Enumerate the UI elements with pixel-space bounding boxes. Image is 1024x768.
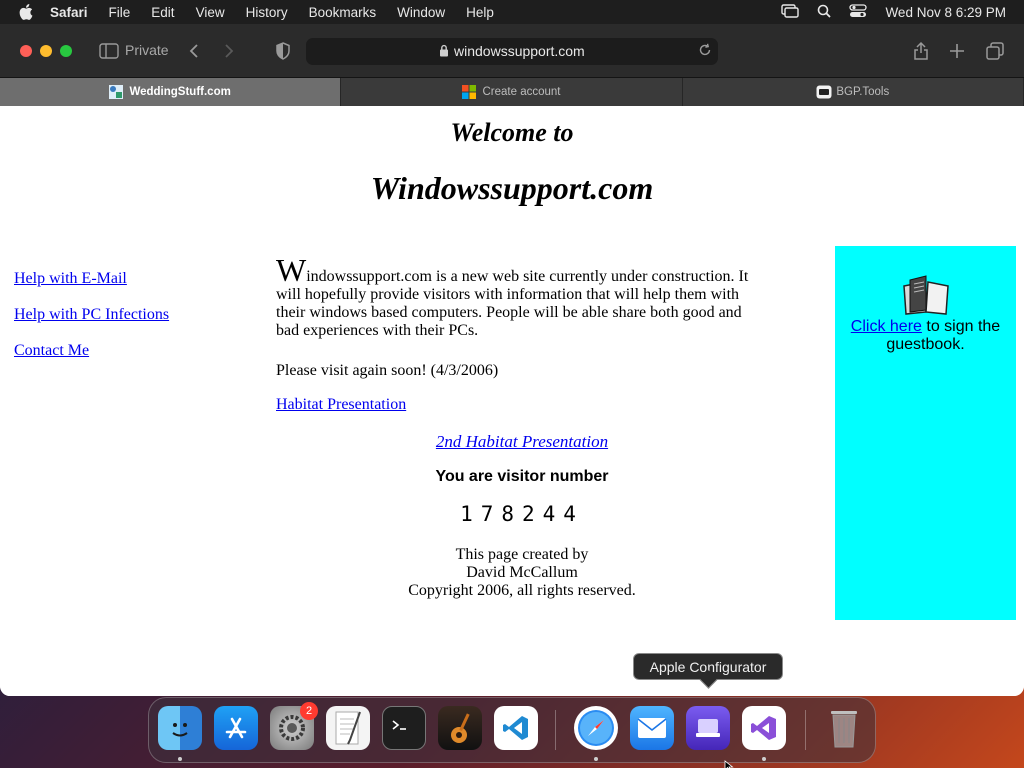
finder-running-indicator bbox=[178, 757, 182, 761]
web-page-content: Welcome to Windowssupport.com Help with … bbox=[0, 106, 1024, 696]
weddingstuff-favicon-icon bbox=[109, 85, 124, 99]
lock-icon bbox=[439, 44, 449, 62]
intro-text: indowssupport.com is a new web site curr… bbox=[276, 268, 749, 339]
welcome-heading: Welcome to bbox=[450, 118, 574, 147]
guestbook-panel: Click here to sign the guestbook. bbox=[835, 246, 1016, 620]
safari-window: Private windowssupport.com WeddingStuff.… bbox=[0, 24, 1024, 696]
address-bar[interactable]: windowssupport.com bbox=[306, 38, 718, 65]
sidebar-toggle-icon[interactable] bbox=[96, 38, 122, 64]
menu-view[interactable]: View bbox=[196, 5, 225, 20]
safari-running-indicator bbox=[594, 757, 598, 761]
guestbook-click-here-link[interactable]: Click here bbox=[851, 318, 922, 335]
menu-bookmarks[interactable]: Bookmarks bbox=[309, 5, 377, 20]
menu-clock[interactable]: Wed Nov 8 6:29 PM bbox=[885, 5, 1006, 20]
screen-mirroring-icon[interactable] bbox=[781, 3, 800, 21]
textedit-icon[interactable] bbox=[326, 706, 370, 750]
private-browsing-label: Private bbox=[125, 42, 169, 58]
apple-logo-icon[interactable] bbox=[16, 2, 36, 22]
app-store-icon[interactable] bbox=[214, 706, 258, 750]
bgp-tools-favicon-icon bbox=[816, 85, 832, 99]
dock-separator bbox=[555, 710, 556, 750]
tab-bar: WeddingStuff.com Create account BGP.Tool… bbox=[0, 78, 1024, 106]
dock-tooltip: Apple Configurator bbox=[633, 653, 783, 680]
tab-label: Create account bbox=[482, 86, 561, 98]
url-text[interactable]: windowssupport.com bbox=[454, 43, 585, 59]
menu-help[interactable]: Help bbox=[466, 5, 494, 20]
site-title-heading: Windowssupport.com bbox=[370, 170, 654, 206]
back-arrow-icon[interactable] bbox=[181, 38, 207, 64]
mail-icon[interactable] bbox=[630, 706, 674, 750]
privacy-shield-icon[interactable] bbox=[270, 38, 296, 64]
tab-create-account[interactable]: Create account bbox=[341, 78, 683, 106]
browser-toolbar: Private windowssupport.com bbox=[0, 24, 1024, 78]
zoom-window-button[interactable] bbox=[60, 45, 72, 57]
menu-app-name[interactable]: Safari bbox=[50, 5, 88, 20]
new-tab-plus-icon[interactable] bbox=[944, 38, 970, 64]
tab-bgp-tools[interactable]: BGP.Tools bbox=[683, 78, 1024, 106]
trash-icon[interactable] bbox=[822, 706, 866, 750]
spotlight-search-icon[interactable] bbox=[817, 4, 832, 21]
microsoft-favicon-icon bbox=[462, 85, 477, 99]
menu-history[interactable]: History bbox=[246, 5, 288, 20]
tab-weddingstuff[interactable]: WeddingStuff.com bbox=[0, 78, 342, 106]
menu-edit[interactable]: Edit bbox=[151, 5, 174, 20]
terminal-icon[interactable] bbox=[382, 706, 426, 750]
close-window-button[interactable] bbox=[20, 45, 32, 57]
minimize-window-button[interactable] bbox=[40, 45, 52, 57]
reload-icon[interactable] bbox=[698, 43, 712, 62]
finder-icon[interactable] bbox=[158, 706, 202, 750]
open-book-icon[interactable] bbox=[900, 272, 952, 321]
garageband-icon[interactable] bbox=[438, 706, 482, 750]
habitat-presentation-link[interactable]: Habitat Presentation bbox=[276, 396, 406, 414]
mouse-cursor-icon bbox=[724, 759, 734, 768]
control-center-icon[interactable] bbox=[849, 3, 868, 21]
menu-bar: Safari File Edit View History Bookmarks … bbox=[0, 0, 1024, 24]
guestbook-message: Click here to sign the guestbook. bbox=[835, 318, 1016, 354]
menu-window[interactable]: Window bbox=[397, 5, 445, 20]
tab-label: BGP.Tools bbox=[836, 86, 890, 98]
visual-studio-running-indicator bbox=[762, 757, 766, 761]
visit-again-text: Please visit again soon! (4/3/2006) bbox=[276, 362, 499, 379]
visual-studio-icon[interactable] bbox=[742, 706, 786, 750]
share-icon[interactable] bbox=[908, 38, 934, 64]
apple-configurator-icon[interactable] bbox=[686, 706, 730, 750]
intro-paragraph: Windowssupport.com is a new web site cur… bbox=[276, 254, 756, 340]
notification-badge: 2 bbox=[300, 702, 318, 720]
vscode-icon[interactable] bbox=[494, 706, 538, 750]
safari-icon[interactable] bbox=[574, 706, 618, 750]
tab-overview-icon[interactable] bbox=[982, 38, 1008, 64]
help-pc-infections-link[interactable]: Help with PC Infections bbox=[14, 306, 169, 324]
menu-file[interactable]: File bbox=[109, 5, 131, 20]
forward-arrow-icon[interactable] bbox=[216, 38, 242, 64]
contact-me-link[interactable]: Contact Me bbox=[14, 342, 89, 360]
dock-separator bbox=[805, 710, 806, 750]
tab-label: WeddingStuff.com bbox=[129, 86, 231, 98]
dock bbox=[148, 697, 876, 763]
help-email-link[interactable]: Help with E-Mail bbox=[14, 270, 127, 288]
intro-dropcap: W bbox=[276, 252, 307, 288]
